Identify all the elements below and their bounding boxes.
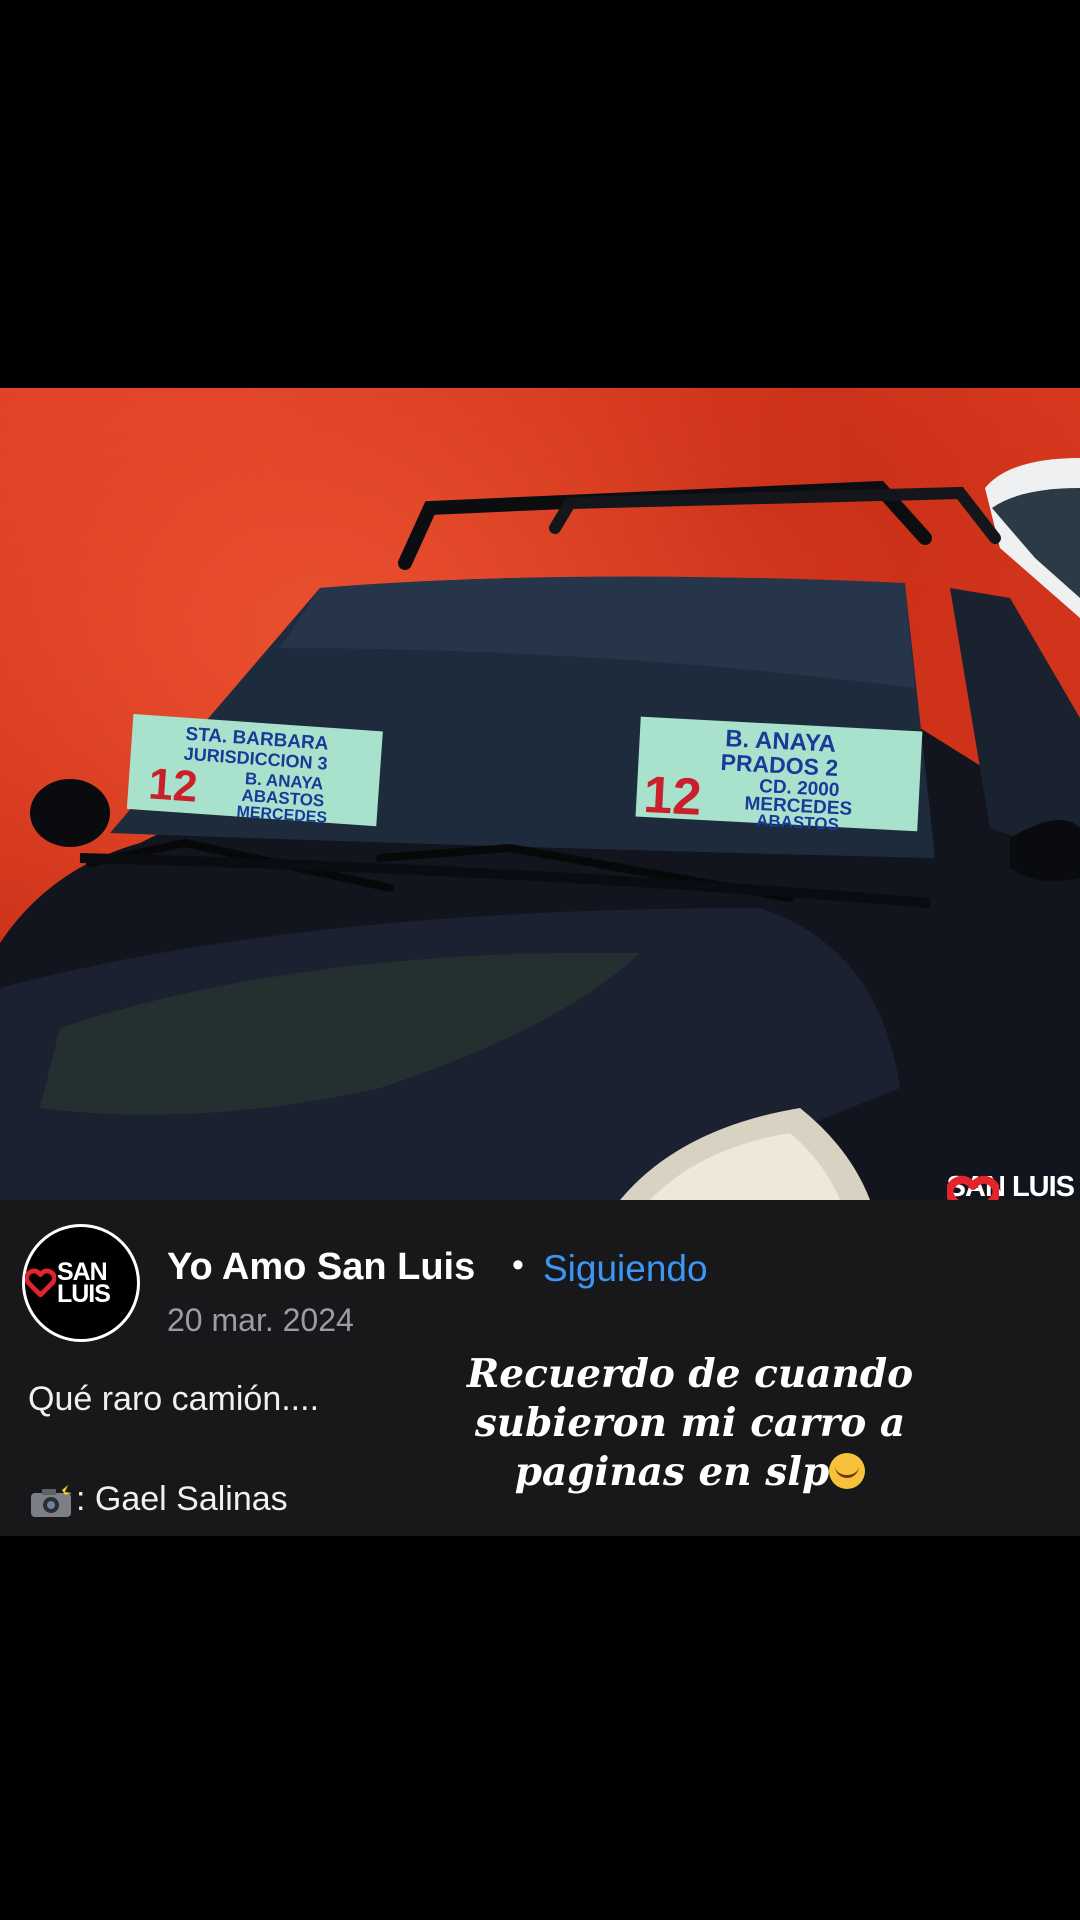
post-caption: Qué raro camión.... [28, 1380, 320, 1418]
top-letterbox [0, 0, 1080, 388]
camera-flash-icon [31, 1482, 72, 1517]
sign-left-number: 12 [147, 759, 199, 811]
bottom-letterbox [0, 1536, 1080, 1920]
photo-credit-text: : Gael Salinas [76, 1480, 288, 1518]
sign-right: B. ANAYA PRADOS 2 12 CD. 2000 MERCEDES A… [635, 716, 923, 834]
page-avatar[interactable]: SAN LUIS [22, 1224, 140, 1342]
page-name[interactable]: Yo Amo San Luis [167, 1246, 475, 1289]
following-button[interactable]: Siguiendo [543, 1248, 708, 1290]
post-photo[interactable]: STA. BARBARA JURISDICCION 3 12 B. ANAYA … [0, 388, 1080, 1200]
roof-rack-rear [549, 486, 1001, 544]
car-illustration: STA. BARBARA JURISDICCION 3 12 B. ANAYA … [0, 458, 1080, 1200]
post-date: 20 mar. 2024 [167, 1302, 354, 1338]
avatar-brand-text: SAN LUIS [56, 1258, 111, 1308]
left-mirror [30, 779, 110, 847]
name-separator: • [512, 1246, 524, 1284]
heart-logo-icon [946, 1175, 999, 1200]
story-screen: STA. BARBARA JURISDICCION 3 12 B. ANAYA … [0, 0, 1080, 1920]
post-info-panel: SAN LUIS Yo Amo San Luis • Siguiendo 20 … [0, 1200, 1080, 1536]
laughing-face-icon [829, 1453, 866, 1489]
san-luis-watermark: SAN LUIS [946, 1173, 1075, 1200]
story-overlay-text: Recuerdo de cuando subieron mi carro a p… [440, 1350, 940, 1497]
heart-logo-icon [25, 1268, 56, 1298]
sign-right-number: 12 [642, 766, 703, 827]
photo-credit: : Gael Salinas [28, 1480, 288, 1519]
